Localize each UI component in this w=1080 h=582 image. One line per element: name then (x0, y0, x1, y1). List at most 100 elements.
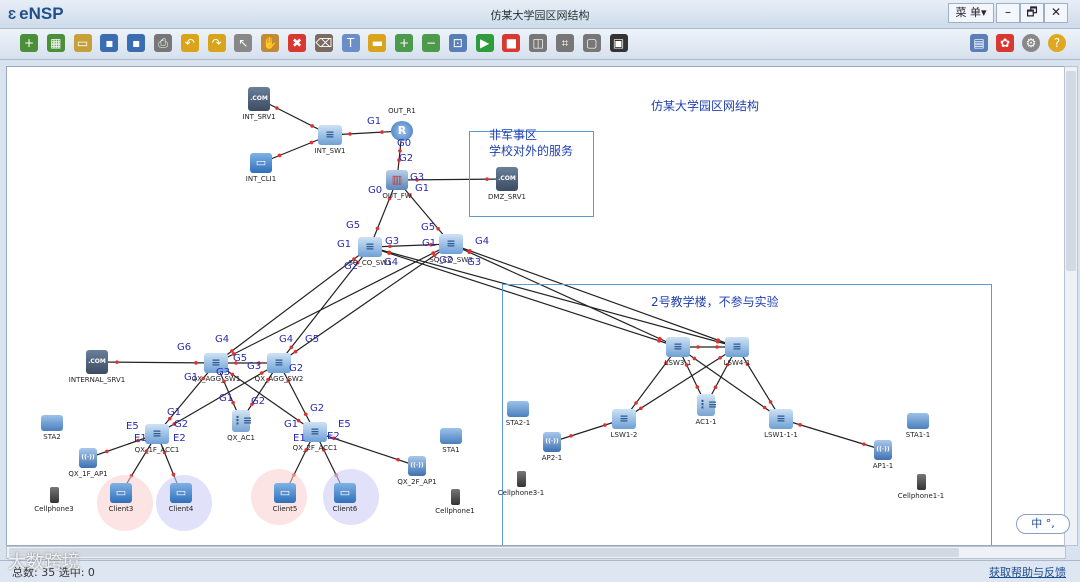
interface-label: G2 (174, 419, 189, 430)
laptop-icon (41, 415, 63, 431)
laptop-icon (907, 413, 929, 429)
device-label: LSW3-1 (664, 359, 692, 367)
interface-label: G2 (344, 261, 359, 272)
interface-label: G3 (467, 257, 482, 268)
topo-button[interactable]: ▢ (582, 34, 601, 52)
start-button[interactable]: ▶ (475, 34, 494, 52)
print-icon: ⎙ (158, 36, 168, 50)
port-status-dot (436, 226, 440, 231)
vertical-scroll-thumb[interactable] (1066, 71, 1076, 271)
device-label: Client5 (272, 505, 298, 513)
cli-button[interactable]: ⌗ (556, 34, 574, 52)
device-label: AP1-1 (872, 462, 894, 470)
device-label: Cellphone3-1 (497, 489, 545, 497)
new-topology-button[interactable]: + (20, 34, 38, 52)
building2-note[interactable]: 2号教学楼，不参与实验 (651, 293, 779, 310)
device-label: DMZ_SRV1 (488, 193, 526, 201)
link-INTERNAL_SRV1-AGG_SW1[interactable] (96, 361, 217, 364)
laptop-icon (440, 428, 462, 444)
interface-label: G0 (397, 138, 412, 149)
zoom-out-button[interactable]: − (422, 34, 440, 52)
horizontal-scroll-thumb[interactable] (9, 548, 959, 557)
close-button[interactable]: ✕ (1044, 3, 1068, 23)
fit-button[interactable]: ⊡ (448, 34, 467, 52)
port-status-dot (115, 360, 119, 364)
device-label: Client3 (108, 505, 134, 513)
device-label: INTERNAL_SRV1 (68, 376, 126, 384)
open-button[interactable]: ▭ (73, 34, 92, 52)
interface-label: G4 (475, 236, 490, 247)
topology-title[interactable]: 仿某大学园区网结构 (651, 97, 759, 114)
pan-button[interactable]: ✋ (261, 34, 280, 52)
device-label: QX_1F_AP1 (68, 470, 108, 478)
undo-button[interactable]: ↶ (180, 34, 199, 52)
device-label: Client4 (168, 505, 194, 513)
capture-button[interactable]: ◫ (529, 34, 548, 52)
help-feedback-link[interactable]: 获取帮助与反馈 (989, 564, 1066, 580)
delete-link-button[interactable]: ⌫ (314, 34, 333, 52)
topology-canvas[interactable]: .COM INT_SRV1 ≡ INT_SW1 ▭ INT_CLI1 R OUT_R1 ▥ OUT… (6, 66, 1066, 546)
device-label: QX_AC1 (227, 434, 255, 442)
switch-icon: ≡ (666, 337, 690, 357)
save-as-button[interactable]: ▪ (127, 34, 146, 52)
print-button[interactable]: ⎙ (154, 34, 172, 52)
switch-icon: ≡ (145, 424, 169, 444)
zoom-in-button[interactable]: + (395, 34, 414, 52)
palette-button[interactable]: ▬ (368, 34, 387, 52)
interface-label: G3 (385, 236, 400, 247)
select-button[interactable]: ↖ (234, 34, 253, 52)
save-button[interactable]: ▪ (100, 34, 119, 52)
switch-icon: ≡ (303, 422, 327, 442)
interface-label: E1 (134, 433, 147, 444)
topo-icon: ▢ (586, 36, 598, 50)
server-icon: .COM (248, 87, 270, 111)
redo-button[interactable]: ↷ (207, 34, 226, 52)
interface-label: G6 (177, 342, 192, 353)
help-icon: ? (1053, 36, 1061, 50)
menu-button[interactable]: 菜 单▾ (948, 3, 994, 23)
access-point-icon: ((·)) (543, 432, 561, 452)
device-label: AP2-1 (541, 454, 563, 462)
text-button[interactable]: T (341, 34, 360, 52)
vertical-scrollbar[interactable] (1064, 66, 1078, 546)
port-status-dot (194, 361, 198, 365)
restore-button[interactable]: 🗗 (1020, 3, 1044, 23)
port-status-dot (105, 449, 109, 454)
interface-label: E1 (293, 433, 306, 444)
port-status-dot (289, 345, 294, 350)
stop-button[interactable]: ■ (502, 34, 521, 52)
example-icon: ▦ (50, 36, 62, 50)
new-example-button[interactable]: ▦ (46, 34, 65, 52)
terminal-button[interactable]: ▣ (609, 34, 628, 52)
delete-button[interactable]: ✖ (288, 34, 306, 52)
device-label: STA1 (442, 446, 460, 454)
ime-indicator[interactable]: 中 °, (1016, 514, 1070, 534)
minimize-button[interactable]: – (996, 3, 1020, 23)
dmz-note-1[interactable]: 非军事区 (489, 126, 537, 143)
interface-label: G0 (368, 185, 383, 196)
horizontal-scrollbar[interactable] (6, 546, 1066, 559)
interface-label: G2 (310, 403, 325, 414)
switch-icon: ≡ (318, 125, 342, 145)
port-status-dot (293, 349, 298, 354)
zoom-out-icon: − (425, 36, 437, 50)
gear-icon: ⚙ (1025, 36, 1037, 50)
interface-label: G4 (215, 334, 230, 345)
chat-button[interactable]: ▤ (970, 34, 988, 52)
computer-icon: ▭ (250, 153, 272, 173)
undo-icon: ↶ (184, 36, 195, 50)
dmz-note-2[interactable]: 学校对外的服务 (489, 142, 573, 159)
help-button[interactable]: ? (1048, 34, 1066, 52)
server-icon: .COM (86, 350, 108, 374)
device-label: QX_AGG_SW2 (254, 375, 304, 383)
port-status-dot (309, 140, 314, 145)
firewall-icon: ▥ (386, 170, 408, 190)
huawei-button[interactable]: ✿ (996, 34, 1014, 52)
computer-icon: ▭ (170, 483, 192, 503)
interface-label: G3 (247, 361, 262, 372)
settings-button[interactable]: ⚙ (1022, 34, 1040, 52)
interface-label: G2 (399, 153, 414, 164)
port-status-dot (396, 457, 400, 462)
interface-label: G2 (289, 363, 304, 374)
huawei-icon: ✿ (999, 36, 1011, 50)
